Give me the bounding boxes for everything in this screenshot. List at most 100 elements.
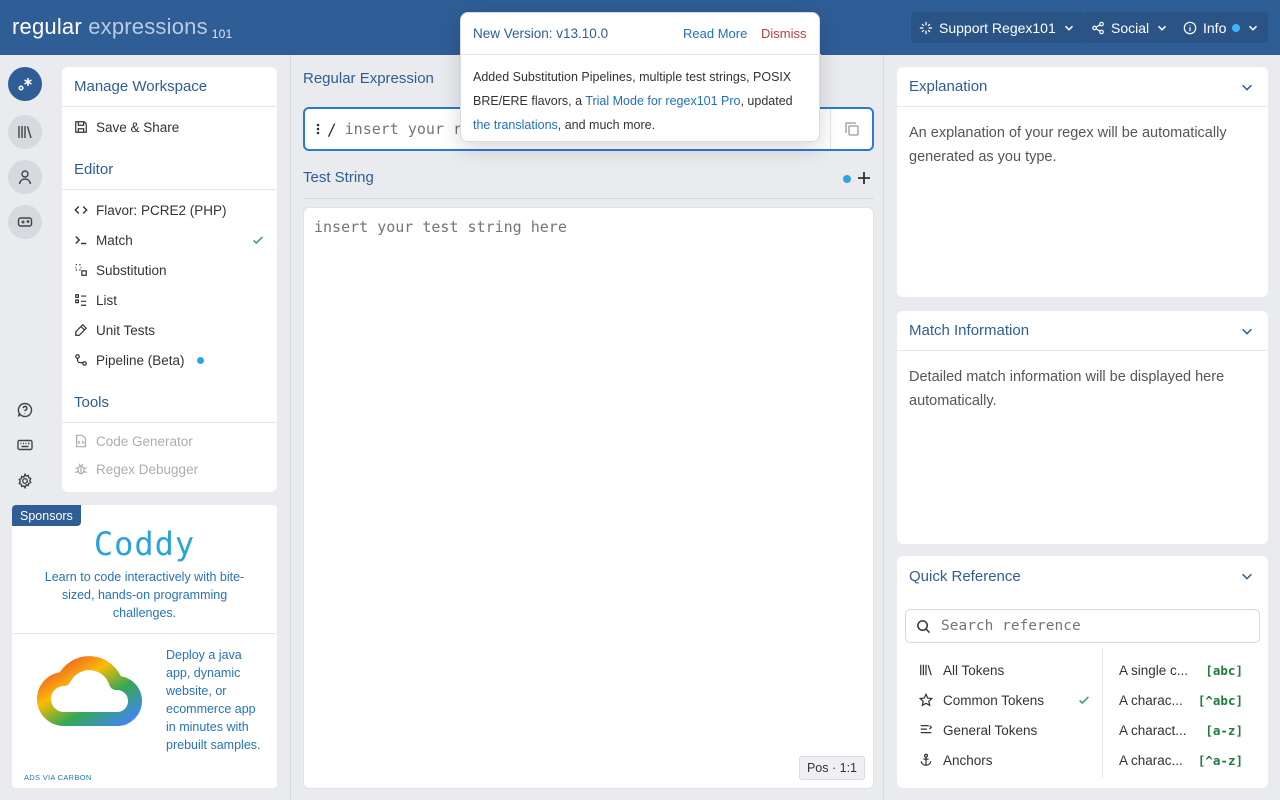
status-dot bbox=[843, 175, 851, 183]
ref-category-all-tokens[interactable]: All Tokens bbox=[919, 655, 1099, 685]
copy-regex-button[interactable] bbox=[830, 109, 872, 149]
chevron-down-icon[interactable] bbox=[1240, 324, 1254, 338]
info-icon bbox=[1183, 21, 1197, 34]
explanation-panel: Explanation An explanation of your regex… bbox=[897, 67, 1268, 297]
explanation-text: An explanation of your regex will be aut… bbox=[909, 125, 1227, 165]
social-button[interactable]: Social bbox=[1083, 12, 1178, 43]
star-icon bbox=[919, 693, 933, 707]
library-nav[interactable] bbox=[8, 115, 42, 149]
sponsor-text[interactable]: Learn to code interactively with bite-si… bbox=[30, 568, 259, 622]
sidebar-item-regex-debugger[interactable]: Regex Debugger bbox=[62, 455, 277, 483]
sidebar-item-match[interactable]: Match bbox=[62, 225, 277, 255]
google-cloud-logo[interactable] bbox=[24, 647, 154, 745]
test-string-input[interactable] bbox=[314, 218, 854, 718]
regex-icon bbox=[18, 78, 32, 91]
sponsors-tag: Sponsors bbox=[12, 505, 81, 526]
app-logo[interactable]: regular expressions 101 bbox=[12, 14, 232, 41]
ref-category-general-tokens[interactable]: General Tokens bbox=[919, 715, 1099, 745]
regex-editor-nav[interactable] bbox=[8, 67, 42, 101]
sidebar-item-label: Match bbox=[96, 232, 133, 248]
ref-category-label: General Tokens bbox=[943, 722, 1038, 738]
sidebar-item-code-generator[interactable]: Code Generator bbox=[62, 427, 277, 455]
explanation-header[interactable]: Explanation bbox=[897, 67, 1268, 107]
chevron-down-icon[interactable] bbox=[1240, 80, 1254, 94]
code-icon bbox=[74, 206, 88, 214]
logo-sub: 101 bbox=[211, 27, 233, 41]
match-info-header[interactable]: Match Information bbox=[897, 311, 1268, 351]
new-badge-dot bbox=[196, 356, 204, 364]
test-string-box: Pos · 1:1 bbox=[303, 207, 874, 789]
file-code-icon bbox=[76, 434, 86, 448]
trial-mode-link[interactable]: Trial Mode for regex101 Pro bbox=[585, 94, 740, 108]
flavor-prefix: Flavor: bbox=[96, 202, 142, 218]
chevron-down-icon bbox=[1249, 25, 1258, 31]
add-test-string-icon[interactable] bbox=[857, 171, 871, 185]
flavor-value: PCRE2 (PHP) bbox=[141, 202, 227, 218]
quick-reference-panel: Quick Reference All Tokens Common Tokens… bbox=[897, 556, 1268, 788]
help-nav[interactable] bbox=[15, 400, 35, 420]
match-info-panel: Match Information Detailed match informa… bbox=[897, 311, 1268, 544]
logo-light: expressions bbox=[88, 14, 208, 39]
chevron-down-icon[interactable] bbox=[1240, 569, 1254, 583]
check-icon bbox=[1079, 696, 1089, 705]
sidebar-item-substitution[interactable]: Substitution bbox=[62, 255, 277, 285]
save-share-button[interactable]: Save & Share bbox=[62, 112, 277, 142]
ads-via-carbon[interactable]: ADS VIA CARBON bbox=[24, 773, 92, 782]
keyboard-nav[interactable] bbox=[15, 435, 35, 455]
ref-row[interactable]: A single c... [abc] bbox=[1119, 655, 1249, 685]
notification-dot bbox=[1232, 23, 1241, 32]
quick-reference-header[interactable]: Quick Reference bbox=[897, 556, 1268, 596]
ref-row[interactable]: A charac... [^a-z] bbox=[1119, 745, 1249, 775]
editor-pane: Regular Expression / Test String Pos · 1… bbox=[290, 55, 884, 800]
search-icon bbox=[917, 619, 931, 633]
ref-row[interactable]: A charact... [a-z] bbox=[1119, 715, 1249, 745]
substitution-icon bbox=[75, 264, 87, 276]
popup-text: , updated bbox=[740, 94, 793, 108]
explanation-title: Explanation bbox=[909, 78, 988, 95]
ref-category-common-tokens[interactable]: Common Tokens bbox=[919, 685, 1099, 715]
sidebar-item-list[interactable]: List bbox=[62, 285, 277, 315]
ref-token: [^abc] bbox=[1197, 692, 1243, 708]
library-icon bbox=[18, 126, 32, 139]
ref-desc: A single c... bbox=[1119, 662, 1189, 678]
anchor-icon bbox=[920, 753, 932, 766]
ref-desc: A charac... bbox=[1119, 752, 1183, 768]
regex-label: Regular Expression bbox=[303, 70, 434, 87]
sidebar-item-pipeline[interactable]: Pipeline (Beta) bbox=[62, 345, 277, 375]
match-info-text: Detailed match information will be displ… bbox=[909, 369, 1225, 409]
sidebar-item-label: Regex Debugger bbox=[96, 461, 199, 477]
support-button[interactable]: Support Regex101 bbox=[911, 12, 1084, 43]
copy-icon bbox=[844, 122, 859, 136]
ref-desc: A charact... bbox=[1119, 722, 1187, 738]
library-icon bbox=[920, 664, 932, 676]
ad-text[interactable]: Deploy a java app, dynamic website, or e… bbox=[166, 646, 266, 754]
ref-token: [a-z] bbox=[1205, 722, 1243, 738]
save-icon bbox=[75, 121, 87, 133]
sidebar-item-label: List bbox=[96, 292, 118, 308]
ref-row[interactable]: A charac... [^abc] bbox=[1119, 685, 1249, 715]
ref-category-anchors[interactable]: Anchors bbox=[919, 745, 1099, 775]
chevron-down-icon bbox=[1064, 25, 1073, 31]
flavor-selector[interactable]: Flavor: PCRE2 (PHP) bbox=[62, 195, 277, 225]
quiz-nav[interactable] bbox=[8, 205, 42, 239]
translations-link[interactable]: the translations bbox=[473, 118, 558, 132]
list-icon bbox=[75, 294, 87, 306]
coddy-logo[interactable]: Coddy bbox=[12, 525, 277, 563]
settings-nav[interactable] bbox=[15, 471, 35, 491]
reference-search-input[interactable] bbox=[941, 618, 1241, 634]
pipeline-icon bbox=[75, 354, 87, 366]
read-more-link[interactable]: Read More bbox=[683, 26, 747, 41]
test-string-label: Test String bbox=[303, 169, 374, 186]
new-version-popup: New Version: v13.10.0 Read More Dismiss … bbox=[460, 12, 821, 142]
sidebar-item-label: Code Generator bbox=[96, 433, 193, 449]
dismiss-button[interactable]: Dismiss bbox=[761, 26, 807, 41]
info-button[interactable]: Info bbox=[1175, 12, 1269, 43]
regex-delimiter: / bbox=[327, 119, 337, 139]
ref-desc: A charac... bbox=[1119, 692, 1183, 708]
terminal-icon bbox=[75, 236, 87, 245]
divider bbox=[12, 633, 277, 634]
account-nav[interactable] bbox=[8, 160, 42, 194]
flask-icon bbox=[75, 323, 88, 336]
sidebar-item-unit-tests[interactable]: Unit Tests bbox=[62, 315, 277, 345]
flags-menu-icon[interactable] bbox=[315, 122, 321, 136]
